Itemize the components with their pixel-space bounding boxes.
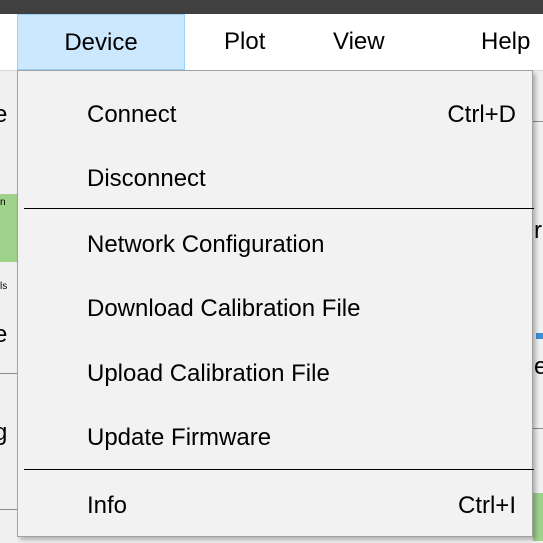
menu-separator (24, 208, 534, 209)
menu-item-shortcut: Ctrl+D (447, 101, 516, 128)
menu-item-label: Connect (87, 101, 177, 128)
background-text-fragment: r (534, 217, 542, 244)
background-green-panel (533, 493, 543, 541)
background-text-fragment: e (0, 101, 8, 128)
menu-separator (24, 469, 534, 470)
background-blue-marker (536, 333, 543, 339)
menu-item-update-firmware[interactable]: Update Firmware (19, 408, 531, 468)
background-text-fragment: e (534, 353, 543, 380)
menu-item-download-calibration-file[interactable]: Download Calibration File (19, 279, 531, 339)
menu-item-shortcut: Ctrl+I (457, 492, 516, 519)
menu-item-label: Network Configuration (87, 231, 325, 258)
background-text-fragment: g (0, 419, 8, 446)
menu-item-upload-calibration-file[interactable]: Upload Calibration File (19, 344, 531, 404)
menu-help[interactable]: Help (481, 14, 530, 70)
menu-plot[interactable]: Plot (224, 14, 265, 70)
background-text-fragment: e (0, 321, 8, 348)
menu-item-info[interactable]: Info Ctrl+I (19, 476, 531, 536)
menu-item-label: Disconnect (87, 165, 206, 192)
background-divider (533, 121, 543, 122)
menu-item-connect[interactable]: Connect Ctrl+D (19, 85, 531, 145)
menu-item-label: Info (87, 492, 128, 519)
menu-item-disconnect[interactable]: Disconnect (19, 149, 531, 209)
menu-device[interactable]: Device (17, 14, 185, 70)
background-content-right: r e (533, 71, 543, 543)
menu-item-label: Upload Calibration File (87, 360, 330, 387)
application-window: Device Plot View Help e n ls e g r e Con… (0, 0, 543, 543)
menu-view[interactable]: View (333, 14, 385, 70)
menu-item-label: Download Calibration File (87, 295, 361, 322)
background-text-fragment: ls (0, 281, 8, 292)
background-text-fragment: n (0, 197, 6, 208)
menu-item-label: Update Firmware (87, 424, 272, 451)
menu-bar: Device Plot View Help (0, 14, 543, 71)
device-menu-dropdown: Connect Ctrl+D Disconnect Network Config… (17, 70, 534, 537)
title-bar-edge (0, 0, 543, 14)
background-divider (533, 428, 543, 429)
menu-item-network-configuration[interactable]: Network Configuration (19, 215, 531, 275)
